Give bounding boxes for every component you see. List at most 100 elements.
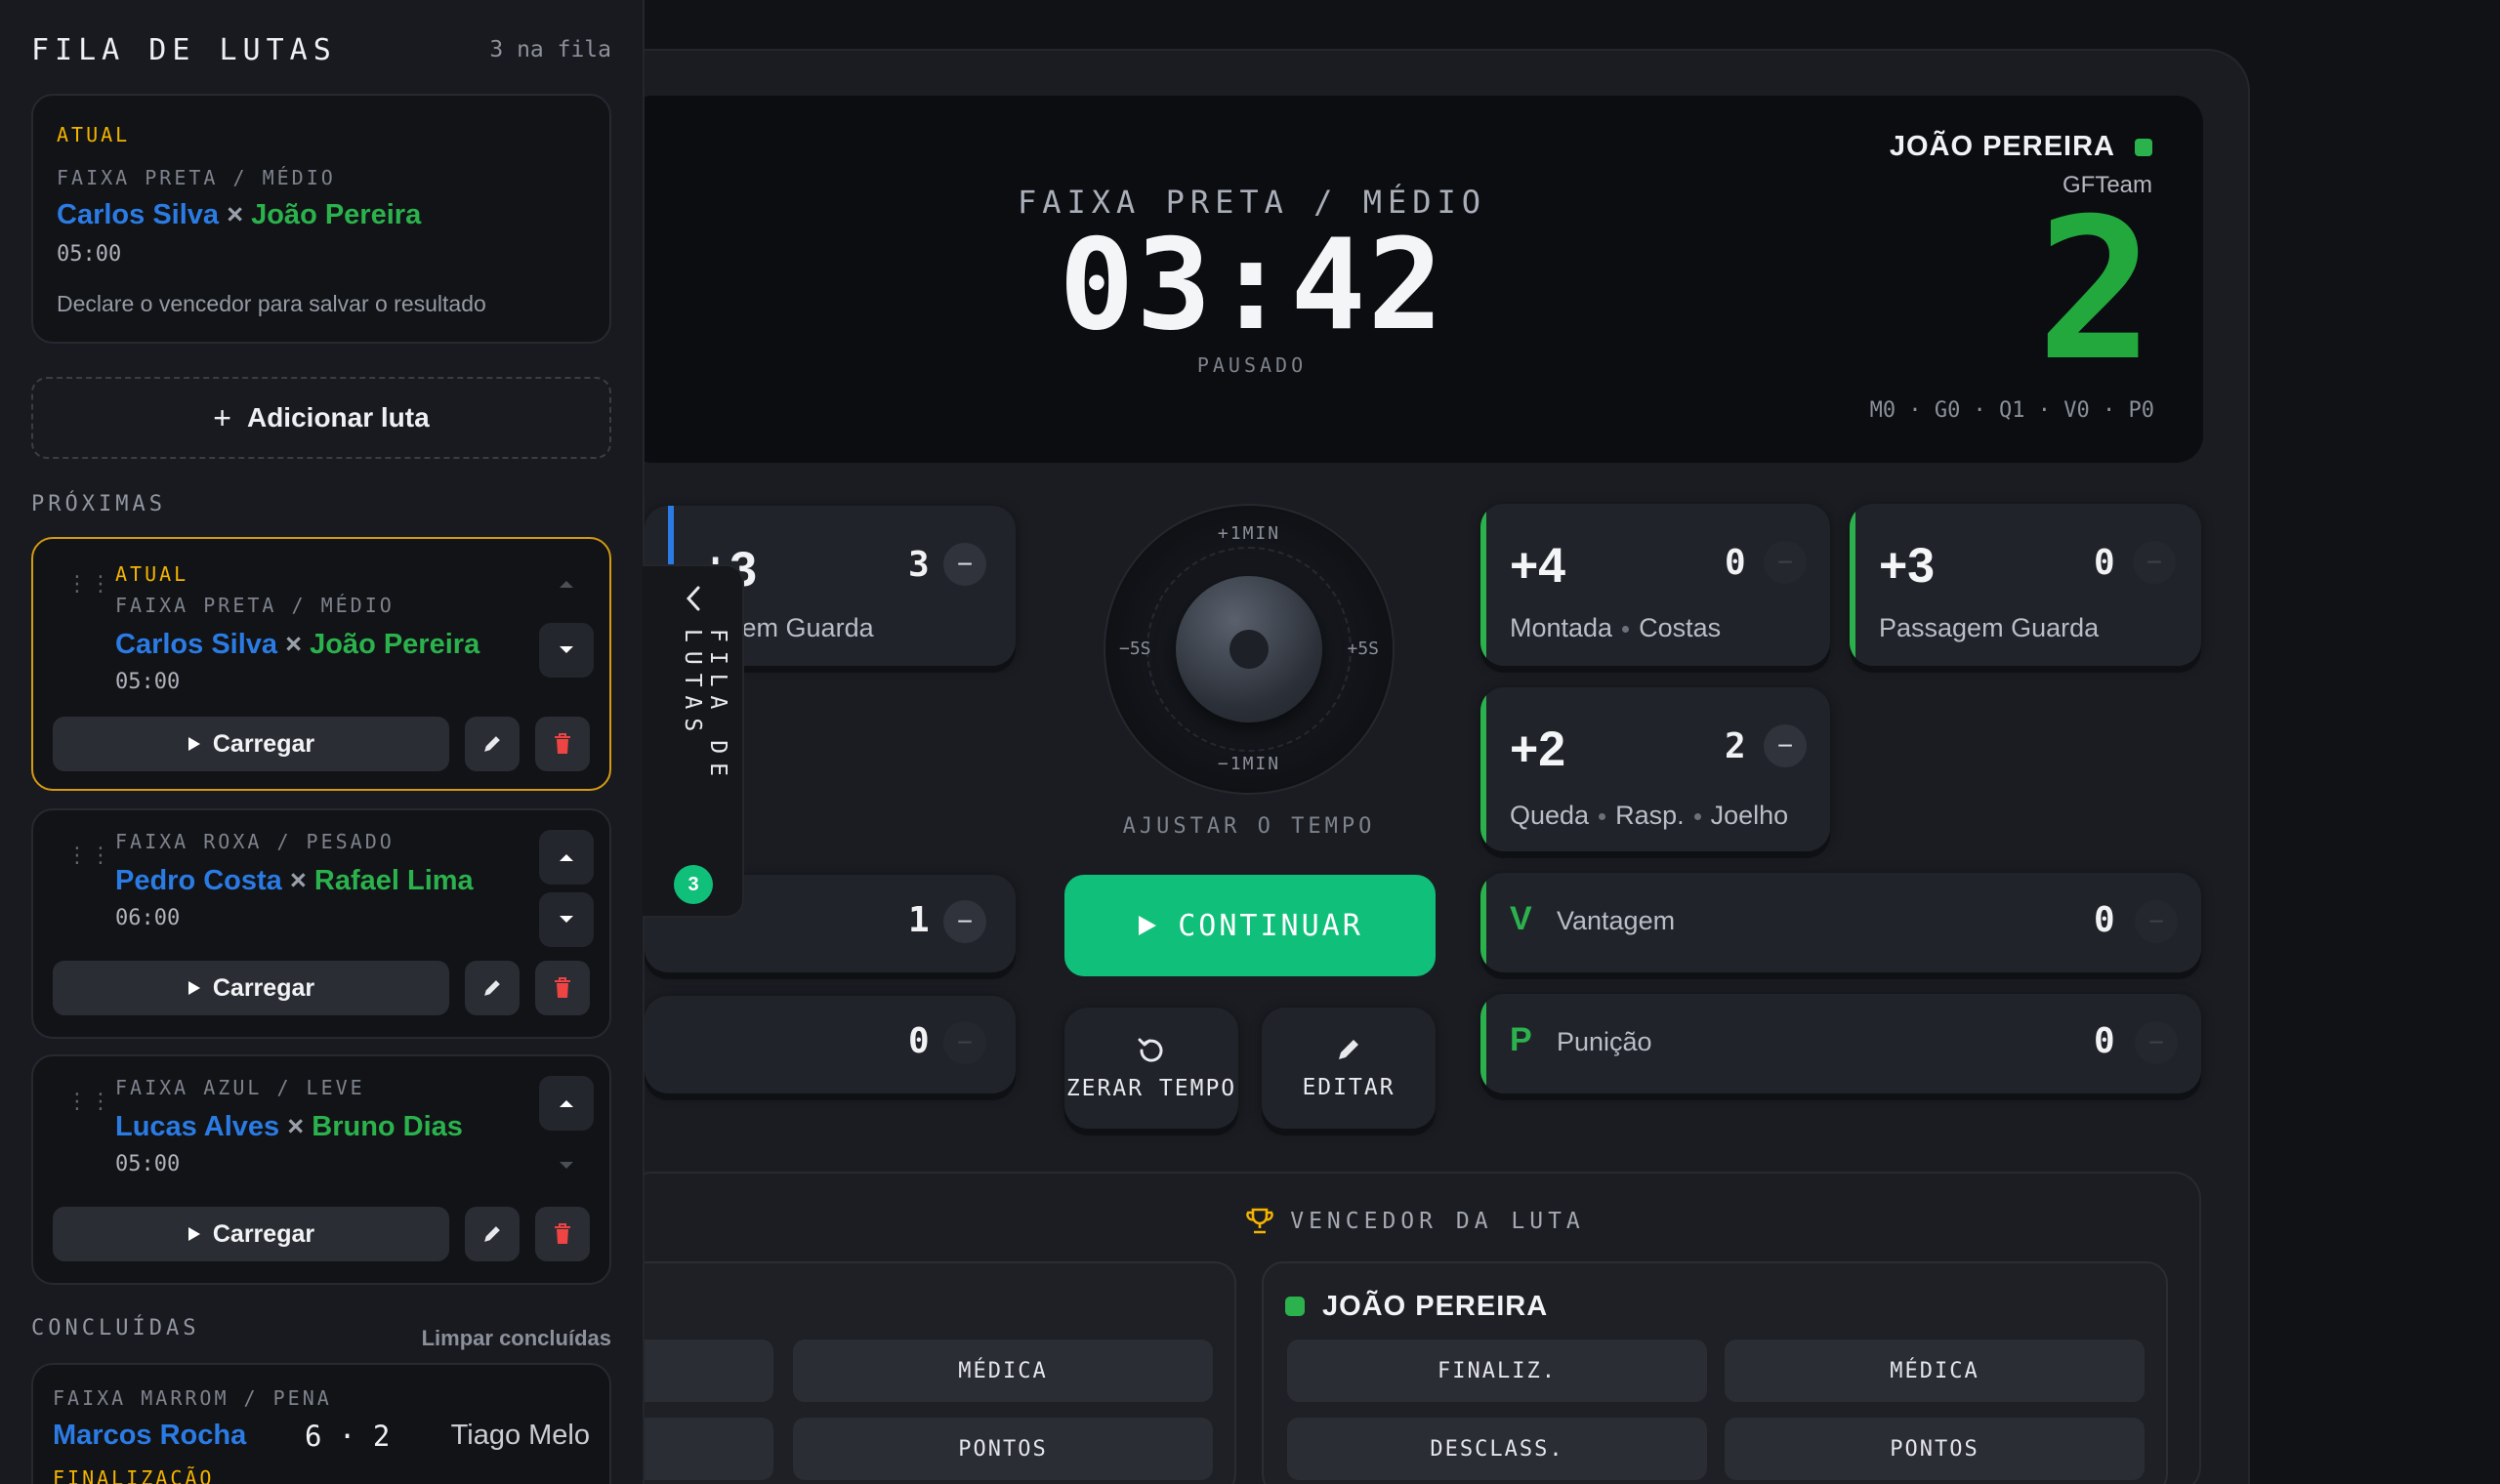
edit-button[interactable]: EDITAR <box>1262 1008 1436 1129</box>
dial-caption: AJUSTAR O TEMPO <box>1122 814 1376 839</box>
load-fight-button[interactable]: Carregar <box>53 961 449 1015</box>
queue-toggle-tab[interactable]: FILA DE LUTAS 3 <box>643 564 744 918</box>
chevron-up-icon <box>560 854 573 861</box>
penalty-count: 0 <box>2094 1021 2115 1061</box>
continue-button[interactable]: CONTINUAR <box>1064 875 1436 976</box>
delete-fight-button[interactable] <box>535 717 590 771</box>
queue-item-2[interactable]: ⋮⋮ FAIXA ROXA / PESADO Pedro Costa × Raf… <box>31 808 611 1039</box>
left-win-submission-button[interactable] <box>627 1340 773 1402</box>
right-athlete-color-indicator <box>2135 139 2152 156</box>
queue-matchup: Pedro Costa × Rafael Lima <box>115 865 474 896</box>
fight-timer: 03:42 <box>1059 213 1445 358</box>
delete-fight-button[interactable] <box>535 1207 590 1261</box>
left-win-points-button[interactable]: PONTOS <box>793 1418 1213 1480</box>
current-category: FAIXA PRETA / MÉDIO <box>57 166 336 189</box>
right-win-dq-button[interactable]: DESCLASS. <box>1287 1418 1707 1480</box>
points-card-takedown-sweep-knee[interactable]: +2 2 − Queda Rasp. Joelho <box>1480 687 1830 851</box>
done-method: FINALIZAÇÃO <box>53 1466 215 1484</box>
trash-icon <box>555 977 570 998</box>
scoreboard: 0 FAIXA PRETA / MÉDIO 03:42 PAUSADO JOÃO… <box>625 96 2203 463</box>
chevron-down-icon <box>560 916 573 923</box>
current-hint: Declare o vencedor para salvar o resulta… <box>57 291 486 316</box>
points-count: 0 <box>1725 543 1746 583</box>
dial-minus-1min[interactable]: −1MIN <box>1104 754 1395 774</box>
drag-handle-icon[interactable]: ⋮⋮ <box>66 845 113 866</box>
decrement-button[interactable]: − <box>2135 1021 2178 1064</box>
decrement-button[interactable]: − <box>2135 900 2178 943</box>
queue-duration: 05:00 <box>115 1152 181 1176</box>
winner-right-card: JOÃO PEREIRA FINALIZ. MÉDICA DESCLASS. P… <box>1262 1261 2168 1484</box>
left-win-medical-button[interactable]: MÉDICA <box>793 1340 1213 1402</box>
reset-time-button[interactable]: ZERAR TEMPO <box>1064 1008 1238 1129</box>
sidebar-title: FILA DE LUTAS <box>31 33 337 67</box>
move-down-button[interactable] <box>539 623 594 678</box>
points-count: 0 <box>2094 543 2115 583</box>
delete-fight-button[interactable] <box>535 961 590 1015</box>
edit-fight-button[interactable] <box>465 1207 520 1261</box>
dial-knob[interactable] <box>1176 576 1322 722</box>
right-win-submission-button[interactable]: FINALIZ. <box>1287 1340 1707 1402</box>
decrement-button[interactable]: − <box>2133 541 2176 584</box>
clear-done-link[interactable]: Limpar concluídas <box>422 1326 611 1351</box>
decrement-button[interactable]: − <box>943 1021 986 1064</box>
trash-icon <box>555 733 570 754</box>
edit-fight-button[interactable] <box>465 961 520 1015</box>
add-fight-button[interactable]: + Adicionar luta <box>31 377 611 459</box>
decrement-button[interactable]: − <box>1764 541 1807 584</box>
queue-category: FAIXA PRETA / MÉDIO <box>115 594 395 617</box>
penalty-card[interactable]: P Punição 0 − <box>1480 994 2201 1093</box>
advantage-count: 0 <box>2094 900 2115 940</box>
green-athlete-indicator <box>1285 1297 1305 1316</box>
dial-plus-1min[interactable]: +1MIN <box>1104 523 1395 544</box>
edit-fight-button[interactable] <box>465 717 520 771</box>
penalty-label: Punição <box>1557 1027 1652 1056</box>
points-label: Passagem Guarda <box>1879 613 2100 642</box>
queue-item-1[interactable]: ⋮⋮ ATUAL FAIXA PRETA / MÉDIO Carlos Silv… <box>31 537 611 791</box>
drag-handle-icon[interactable]: ⋮⋮ <box>66 1091 113 1112</box>
timer-status: PAUSADO <box>1196 353 1308 377</box>
trophy-icon <box>1246 1208 1273 1234</box>
points-card-mount-back[interactable]: +4 0 − Montada Costas <box>1480 504 1830 666</box>
chevron-down-icon <box>560 1162 573 1169</box>
chevron-up-icon <box>560 581 573 588</box>
decrement-button[interactable]: − <box>1764 724 1807 767</box>
points-value: +3 <box>1879 538 1936 593</box>
move-up-button[interactable] <box>539 830 594 885</box>
dial-plus-5s[interactable]: +5S <box>1347 639 1379 659</box>
current-fight-card: ATUAL FAIXA PRETA / MÉDIO Carlos Silva ×… <box>31 94 611 344</box>
play-icon <box>1139 916 1157 935</box>
chevron-down-icon <box>560 646 573 653</box>
drag-handle-icon[interactable]: ⋮⋮ <box>66 573 113 595</box>
move-up-button[interactable] <box>539 1076 594 1131</box>
fight-queue-sidebar: FILA DE LUTAS 3 na fila ATUAL FAIXA PRET… <box>0 0 645 1484</box>
load-fight-button[interactable]: Carregar <box>53 717 449 771</box>
advantage-card[interactable]: V Vantagem 0 − <box>1480 873 2201 972</box>
right-win-medical-button[interactable]: MÉDICA <box>1725 1340 2145 1402</box>
points-card-guard-pass[interactable]: +3 0 − Passagem Guarda <box>1850 504 2201 666</box>
add-fight-label: Adicionar luta <box>246 402 430 433</box>
right-win-points-button[interactable]: PONTOS <box>1725 1418 2145 1480</box>
decrement-button[interactable]: − <box>943 900 986 943</box>
points-label: Queda Rasp. Joelho <box>1510 801 1789 830</box>
queue-item-3[interactable]: ⋮⋮ FAIXA AZUL / LEVE Lucas Alves × Bruno… <box>31 1054 611 1285</box>
advantage-letter: V <box>1510 900 1532 937</box>
queue-count-badge: 3 <box>674 865 713 904</box>
queue-duration: 05:00 <box>115 670 181 694</box>
move-up-button[interactable] <box>539 556 594 611</box>
move-down-button[interactable] <box>539 1138 594 1193</box>
queue-tag: ATUAL <box>115 562 189 586</box>
done-category: FAIXA MARROM / PENA <box>53 1386 332 1410</box>
queue-matchup: Lucas Alves × Bruno Dias <box>115 1111 463 1142</box>
dial-minus-5s[interactable]: −5S <box>1119 639 1151 659</box>
pencil-icon <box>484 980 500 996</box>
play-icon <box>188 1227 200 1241</box>
advantage-count: 1 <box>908 900 930 940</box>
continue-label: CONTINUAR <box>1178 908 1363 943</box>
queue-category: FAIXA AZUL / LEVE <box>115 1076 365 1099</box>
left-penalty-card[interactable]: 0 − <box>645 996 1016 1093</box>
move-down-button[interactable] <box>539 892 594 947</box>
load-fight-button[interactable]: Carregar <box>53 1207 449 1261</box>
left-win-dq-button[interactable] <box>627 1418 773 1480</box>
decrement-button[interactable]: − <box>943 543 986 586</box>
time-adjust-dial[interactable]: +1MIN −1MIN −5S +5S <box>1104 504 1395 795</box>
